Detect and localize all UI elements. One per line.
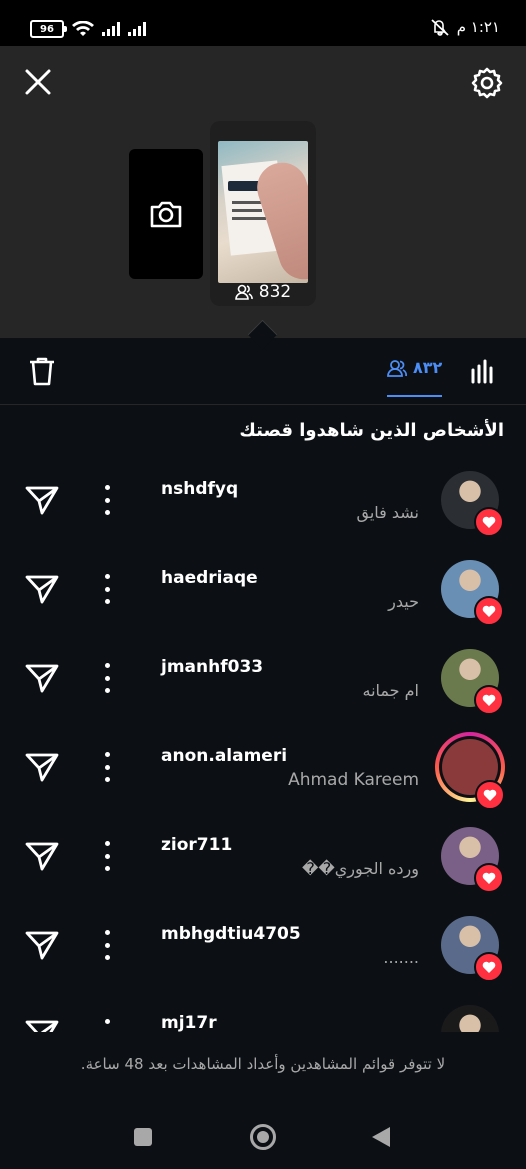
send-message-icon[interactable]: [25, 930, 59, 964]
status-right: ١:٢١ م: [429, 18, 500, 36]
trash-icon[interactable]: [28, 356, 56, 386]
viewer-full-name: نشد فايق: [356, 503, 419, 522]
viewers-count: ٨٣٢: [413, 358, 443, 377]
battery-level: 96: [40, 23, 54, 35]
more-options-icon[interactable]: [100, 1019, 114, 1032]
viewer-row[interactable]: nshdfyq نشد فايق: [0, 457, 526, 546]
viewers-icon: [387, 359, 407, 377]
like-heart-icon: [474, 863, 504, 893]
close-icon[interactable]: [22, 66, 54, 98]
viewer-row[interactable]: anon.alameri Ahmad Kareem: [0, 724, 526, 813]
viewer-row[interactable]: jmanhf033 ام جمانه: [0, 635, 526, 724]
viewer-full-name: Ahmad Kareem: [288, 770, 419, 790]
viewer-username[interactable]: mj17r: [161, 1013, 217, 1032]
viewer-full-name: .......: [383, 948, 419, 967]
clock: ١:٢١ م: [456, 18, 500, 36]
signal-1-icon: [102, 22, 120, 36]
story-preview-area: 832: [0, 46, 526, 338]
gear-icon[interactable]: [470, 66, 504, 100]
viewer-username[interactable]: anon.alameri: [161, 746, 287, 766]
send-message-icon[interactable]: [25, 485, 59, 519]
viewers-heading: الأشخاص الذين شاهدوا قصتك: [239, 420, 504, 441]
status-bar: 96 ١:٢١ م: [0, 0, 526, 46]
avatar[interactable]: [441, 1005, 499, 1032]
signal-2-icon: [128, 22, 146, 36]
viewer-username[interactable]: nshdfyq: [161, 479, 238, 499]
viewers-list: nshdfyq نشد فايق haedriaqe حيدر jmanhf033 ام …: [0, 457, 526, 1032]
insights-chart-icon[interactable]: [470, 358, 496, 384]
viewer-username[interactable]: haedriaqe: [161, 568, 258, 588]
story-view-count-value: 832: [258, 282, 292, 302]
like-heart-icon: [474, 507, 504, 537]
more-options-icon[interactable]: [100, 663, 114, 693]
viewer-username[interactable]: mbhgdtiu4705: [161, 924, 301, 944]
viewer-full-name: حيدر: [388, 592, 419, 611]
camera-icon: [150, 201, 182, 228]
send-message-icon[interactable]: [25, 574, 59, 608]
system-nav-bar: [0, 1100, 526, 1169]
story-view-count: 832: [210, 282, 316, 302]
viewer-row[interactable]: mbhgdtiu4705.......: [0, 902, 526, 991]
battery-icon: 96: [30, 20, 67, 38]
more-options-icon[interactable]: [100, 841, 114, 871]
home-button[interactable]: [250, 1124, 276, 1150]
like-heart-icon: [475, 780, 505, 810]
viewer-row[interactable]: zior711 ورده الجوري��: [0, 813, 526, 902]
tab-viewers[interactable]: ٨٣٢: [387, 358, 443, 397]
add-story-card[interactable]: [129, 149, 203, 279]
like-heart-icon: [474, 685, 504, 715]
viewer-full-name: ورده الجوري��: [301, 859, 419, 878]
more-options-icon[interactable]: [100, 485, 114, 515]
send-message-icon[interactable]: [25, 841, 59, 875]
back-button[interactable]: [372, 1127, 390, 1147]
viewer-row[interactable]: mj17r: [0, 991, 526, 1032]
viewers-toolbar: ٨٣٢: [0, 338, 526, 405]
viewer-username[interactable]: zior711: [161, 835, 232, 855]
viewer-full-name: ام جمانه: [362, 681, 419, 700]
viewer-username[interactable]: jmanhf033: [161, 657, 263, 677]
story-thumbnail-image: [218, 141, 308, 283]
like-heart-icon: [474, 596, 504, 626]
send-message-icon[interactable]: [25, 1019, 59, 1032]
send-message-icon[interactable]: [25, 752, 59, 786]
send-message-icon[interactable]: [25, 663, 59, 697]
more-options-icon[interactable]: [100, 752, 114, 782]
more-options-icon[interactable]: [100, 930, 114, 960]
expiry-note: لا تتوفر قوائم المشاهدين وأعداد المشاهدا…: [80, 1055, 446, 1073]
like-heart-icon: [474, 952, 504, 982]
viewers-icon: [234, 284, 253, 300]
recents-button[interactable]: [134, 1128, 152, 1146]
more-options-icon[interactable]: [100, 574, 114, 604]
story-thumbnail-card[interactable]: 832: [210, 121, 316, 306]
status-icons: 96: [30, 20, 146, 38]
viewer-row[interactable]: haedriaqe حيدر: [0, 546, 526, 635]
wifi-icon: [72, 21, 94, 36]
silent-alarm-icon: [431, 19, 449, 36]
